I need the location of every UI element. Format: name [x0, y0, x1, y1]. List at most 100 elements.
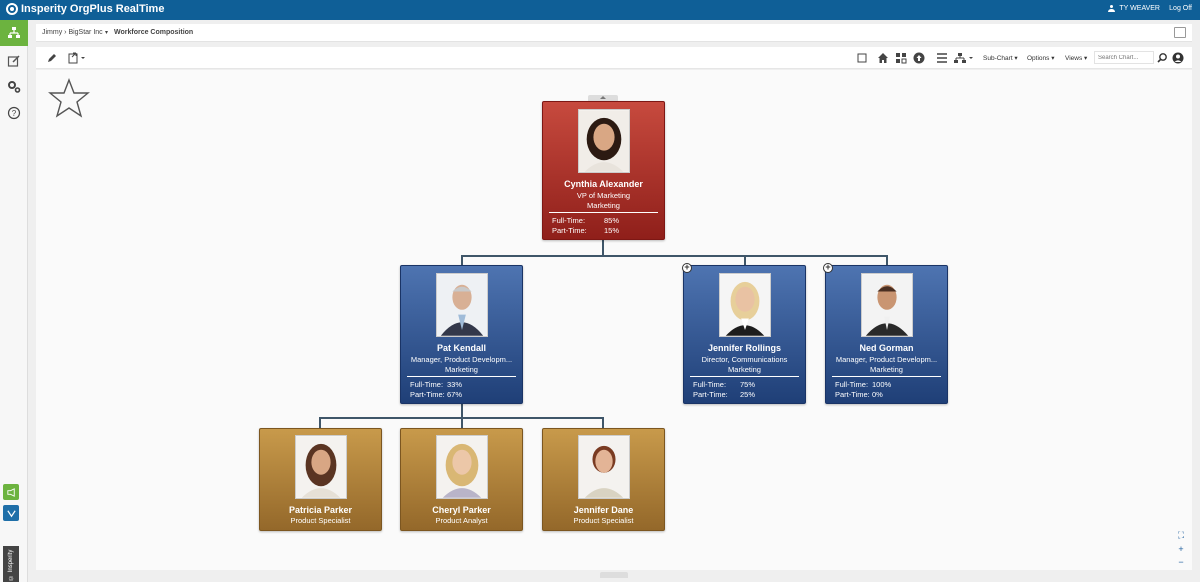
- parttime-value: 0%: [872, 390, 883, 399]
- chart-toolbar: Sub-Chart ▾ Options ▾ Views ▾: [36, 47, 1192, 69]
- logoff-link[interactable]: Log Off: [1169, 5, 1192, 12]
- card-divider: [690, 376, 799, 377]
- connector-line: [461, 403, 463, 418]
- user-menu[interactable]: TY WEAVER: [1108, 5, 1160, 12]
- card-divider: [407, 376, 516, 377]
- expand-node-icon[interactable]: +: [682, 263, 692, 273]
- chevron-down-icon[interactable]: ▾: [105, 29, 108, 36]
- employee-name: Ned Gorman: [859, 343, 914, 353]
- pencil-icon[interactable]: [46, 52, 58, 64]
- avatar: [435, 273, 488, 337]
- user-icon: [1108, 5, 1116, 12]
- chart-panel-icon[interactable]: [1174, 27, 1186, 38]
- org-card-root[interactable]: Cynthia Alexander VP of Marketing Market…: [542, 101, 665, 240]
- sidebar-org-chart-button[interactable]: [0, 20, 28, 46]
- breadcrumb: Jimmy › BigStar Inc ▾ Workforce Composit…: [36, 24, 1192, 42]
- org-card-staff[interactable]: Cheryl Parker Product Analyst: [400, 428, 523, 531]
- org-card-staff[interactable]: Patricia Parker Product Specialist: [259, 428, 382, 531]
- fulltime-label: Full-Time:: [552, 216, 586, 225]
- sidebar-edit-button[interactable]: [0, 48, 28, 74]
- employee-title: Product Specialist: [290, 516, 351, 525]
- sidebar-help-button[interactable]: ?: [0, 100, 28, 126]
- org-card-manager[interactable]: Ned Gorman Manager, Product Developm... …: [825, 265, 948, 404]
- upload-circle-icon[interactable]: [913, 52, 925, 64]
- views-menu[interactable]: Views ▾: [1065, 54, 1087, 62]
- fulltime-label: Full-Time:: [835, 380, 869, 389]
- list-view-icon[interactable]: [936, 52, 948, 64]
- fulltime-value: 33%: [447, 380, 463, 389]
- employee-name: Jennifer Rollings: [707, 343, 781, 353]
- subchart-menu[interactable]: Sub-Chart ▾: [983, 54, 1018, 62]
- fulltime-value: 75%: [740, 380, 756, 389]
- employee-title: Manager, Product Developm...: [835, 355, 938, 364]
- avatar: [435, 435, 488, 499]
- parttime-label: Part-Time:: [693, 390, 728, 399]
- avatar: [860, 273, 913, 337]
- expand-panel-handle[interactable]: [600, 572, 628, 578]
- employee-title: Manager, Product Developm...: [410, 355, 513, 364]
- fulltime-value: 100%: [872, 380, 892, 389]
- employee-name: Patricia Parker: [288, 505, 353, 515]
- fulltime-label: Full-Time:: [410, 380, 444, 389]
- parttime-value: 15%: [604, 226, 620, 235]
- insperity-vertical-tag: © Insperity: [3, 546, 19, 582]
- sidebar-insperity-button[interactable]: [3, 505, 19, 521]
- search-input[interactable]: [1094, 51, 1154, 64]
- edit-square-icon: [7, 55, 20, 67]
- breadcrumb-current: Workforce Composition: [114, 29, 194, 36]
- left-sidebar: ? © Insperity: [0, 20, 28, 582]
- top-bar: Insperity OrgPlus RealTime TY WEAVER Log…: [0, 0, 1200, 20]
- fit-to-screen-icon[interactable]: ⛶: [1176, 530, 1186, 540]
- employee-department: Marketing: [587, 201, 620, 210]
- card-divider: [832, 376, 941, 377]
- zoom-out-button[interactable]: −: [1176, 557, 1186, 567]
- parttime-label: Part-Time:: [552, 226, 587, 235]
- fulltime-label: Full-Time:: [693, 380, 727, 389]
- org-chart-icon: [8, 27, 20, 38]
- employee-name: Jennifer Dane: [573, 505, 634, 515]
- gears-icon: [8, 81, 21, 93]
- home-icon[interactable]: [877, 52, 889, 64]
- megaphone-icon: [6, 487, 15, 497]
- employee-name: Pat Kendall: [436, 343, 486, 353]
- connector-line: [602, 239, 604, 255]
- employee-department: Marketing: [728, 365, 761, 374]
- avatar: [294, 435, 347, 499]
- search-icon[interactable]: [1156, 52, 1168, 64]
- parttime-value: 25%: [740, 390, 756, 399]
- help-circle-icon: ?: [7, 106, 21, 120]
- sidebar-announce-button[interactable]: [3, 484, 19, 500]
- svg-text:?: ?: [12, 109, 17, 118]
- expand-node-icon[interactable]: +: [823, 263, 833, 273]
- layout-icon[interactable]: [895, 52, 907, 64]
- insperity-logo-icon: [6, 3, 18, 15]
- avatar: [718, 273, 771, 337]
- select-box-icon[interactable]: [856, 52, 868, 64]
- app-brand[interactable]: Insperity OrgPlus RealTime: [6, 3, 164, 15]
- insperity-mark-icon: [6, 509, 16, 517]
- zoom-in-button[interactable]: +: [1176, 544, 1186, 554]
- employee-title: Product Analyst: [435, 516, 488, 525]
- chart-layout-menu-button[interactable]: [954, 52, 976, 64]
- employee-department: Marketing: [870, 365, 903, 374]
- parttime-label: Part-Time:: [835, 390, 870, 399]
- account-icon[interactable]: [1172, 52, 1184, 64]
- breadcrumb-path[interactable]: Jimmy › BigStar Inc: [42, 29, 103, 36]
- options-menu[interactable]: Options ▾: [1027, 54, 1054, 62]
- card-divider: [549, 212, 658, 213]
- fulltime-value: 85%: [604, 216, 620, 225]
- favorite-star-icon[interactable]: [48, 77, 90, 119]
- employee-title: VP of Marketing: [576, 191, 631, 200]
- avatar: [577, 109, 630, 173]
- employee-name: Cheryl Parker: [432, 505, 491, 515]
- employee-department: Marketing: [445, 365, 478, 374]
- org-card-manager[interactable]: Jennifer Rollings Director, Communicatio…: [683, 265, 806, 404]
- export-menu-button[interactable]: [68, 52, 86, 64]
- app-title: Insperity OrgPlus RealTime: [21, 3, 165, 15]
- org-card-staff[interactable]: Jennifer Dane Product Specialist: [542, 428, 665, 531]
- parttime-label: Part-Time:: [410, 390, 445, 399]
- employee-name: Cynthia Alexander: [564, 179, 643, 189]
- sidebar-settings-button[interactable]: [0, 74, 28, 100]
- org-card-manager[interactable]: Pat Kendall Manager, Product Developm...…: [400, 265, 523, 404]
- user-name: TY WEAVER: [1119, 5, 1160, 12]
